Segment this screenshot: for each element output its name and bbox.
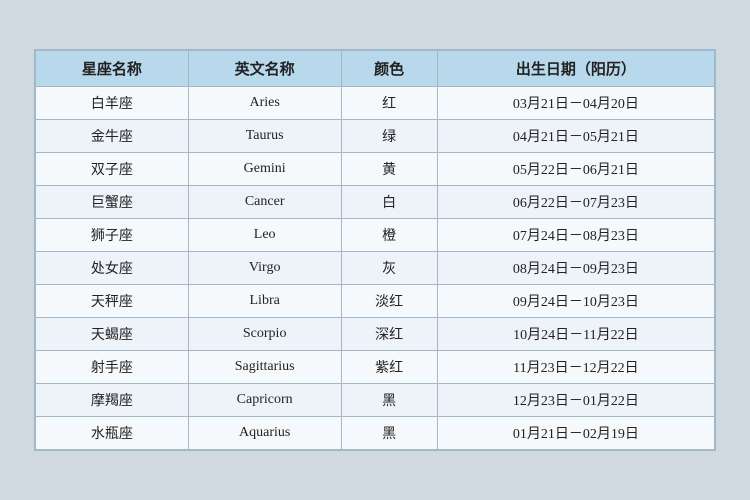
cell-r7-c2: 深红 (341, 318, 437, 351)
cell-r1-c2: 绿 (341, 120, 437, 153)
table-row: 金牛座Taurus绿04月21日－05月21日 (36, 120, 715, 153)
table-row: 白羊座Aries红03月21日－04月20日 (36, 87, 715, 120)
cell-r5-c1: Virgo (188, 252, 341, 285)
cell-r9-c1: Capricorn (188, 384, 341, 417)
cell-r8-c1: Sagittarius (188, 351, 341, 384)
cell-r1-c1: Taurus (188, 120, 341, 153)
cell-r0-c3: 03月21日－04月20日 (437, 87, 714, 120)
cell-r4-c3: 07月24日－08月23日 (437, 219, 714, 252)
cell-r0-c1: Aries (188, 87, 341, 120)
cell-r4-c1: Leo (188, 219, 341, 252)
table-row: 水瓶座Aquarius黑01月21日－02月19日 (36, 417, 715, 450)
cell-r5-c0: 处女座 (36, 252, 189, 285)
table-header-row: 星座名称 英文名称 颜色 出生日期（阳历） (36, 51, 715, 87)
cell-r10-c2: 黑 (341, 417, 437, 450)
cell-r4-c0: 狮子座 (36, 219, 189, 252)
table-row: 巨蟹座Cancer白06月22日－07月23日 (36, 186, 715, 219)
cell-r7-c1: Scorpio (188, 318, 341, 351)
cell-r8-c2: 紫红 (341, 351, 437, 384)
table-row: 狮子座Leo橙07月24日－08月23日 (36, 219, 715, 252)
col-header-english-name: 英文名称 (188, 51, 341, 87)
cell-r8-c0: 射手座 (36, 351, 189, 384)
cell-r2-c1: Gemini (188, 153, 341, 186)
cell-r2-c0: 双子座 (36, 153, 189, 186)
table-row: 天蝎座Scorpio深红10月24日－11月22日 (36, 318, 715, 351)
cell-r1-c0: 金牛座 (36, 120, 189, 153)
table-row: 射手座Sagittarius紫红11月23日－12月22日 (36, 351, 715, 384)
cell-r3-c1: Cancer (188, 186, 341, 219)
cell-r3-c3: 06月22日－07月23日 (437, 186, 714, 219)
cell-r4-c2: 橙 (341, 219, 437, 252)
cell-r6-c3: 09月24日－10月23日 (437, 285, 714, 318)
cell-r7-c3: 10月24日－11月22日 (437, 318, 714, 351)
table-row: 摩羯座Capricorn黑12月23日－01月22日 (36, 384, 715, 417)
col-header-chinese-name: 星座名称 (36, 51, 189, 87)
cell-r5-c2: 灰 (341, 252, 437, 285)
cell-r8-c3: 11月23日－12月22日 (437, 351, 714, 384)
cell-r10-c3: 01月21日－02月19日 (437, 417, 714, 450)
col-header-birthday: 出生日期（阳历） (437, 51, 714, 87)
cell-r0-c2: 红 (341, 87, 437, 120)
col-header-color: 颜色 (341, 51, 437, 87)
zodiac-table: 星座名称 英文名称 颜色 出生日期（阳历） 白羊座Aries红03月21日－04… (35, 50, 715, 450)
cell-r6-c1: Libra (188, 285, 341, 318)
cell-r9-c3: 12月23日－01月22日 (437, 384, 714, 417)
table-row: 双子座Gemini黄05月22日－06月21日 (36, 153, 715, 186)
cell-r5-c3: 08月24日－09月23日 (437, 252, 714, 285)
zodiac-table-wrapper: 星座名称 英文名称 颜色 出生日期（阳历） 白羊座Aries红03月21日－04… (34, 49, 716, 451)
table-body: 白羊座Aries红03月21日－04月20日金牛座Taurus绿04月21日－0… (36, 87, 715, 450)
cell-r6-c0: 天秤座 (36, 285, 189, 318)
cell-r2-c3: 05月22日－06月21日 (437, 153, 714, 186)
cell-r9-c0: 摩羯座 (36, 384, 189, 417)
cell-r2-c2: 黄 (341, 153, 437, 186)
table-row: 处女座Virgo灰08月24日－09月23日 (36, 252, 715, 285)
cell-r10-c0: 水瓶座 (36, 417, 189, 450)
cell-r10-c1: Aquarius (188, 417, 341, 450)
cell-r9-c2: 黑 (341, 384, 437, 417)
cell-r7-c0: 天蝎座 (36, 318, 189, 351)
cell-r3-c2: 白 (341, 186, 437, 219)
cell-r6-c2: 淡红 (341, 285, 437, 318)
cell-r0-c0: 白羊座 (36, 87, 189, 120)
table-row: 天秤座Libra淡红09月24日－10月23日 (36, 285, 715, 318)
cell-r3-c0: 巨蟹座 (36, 186, 189, 219)
cell-r1-c3: 04月21日－05月21日 (437, 120, 714, 153)
